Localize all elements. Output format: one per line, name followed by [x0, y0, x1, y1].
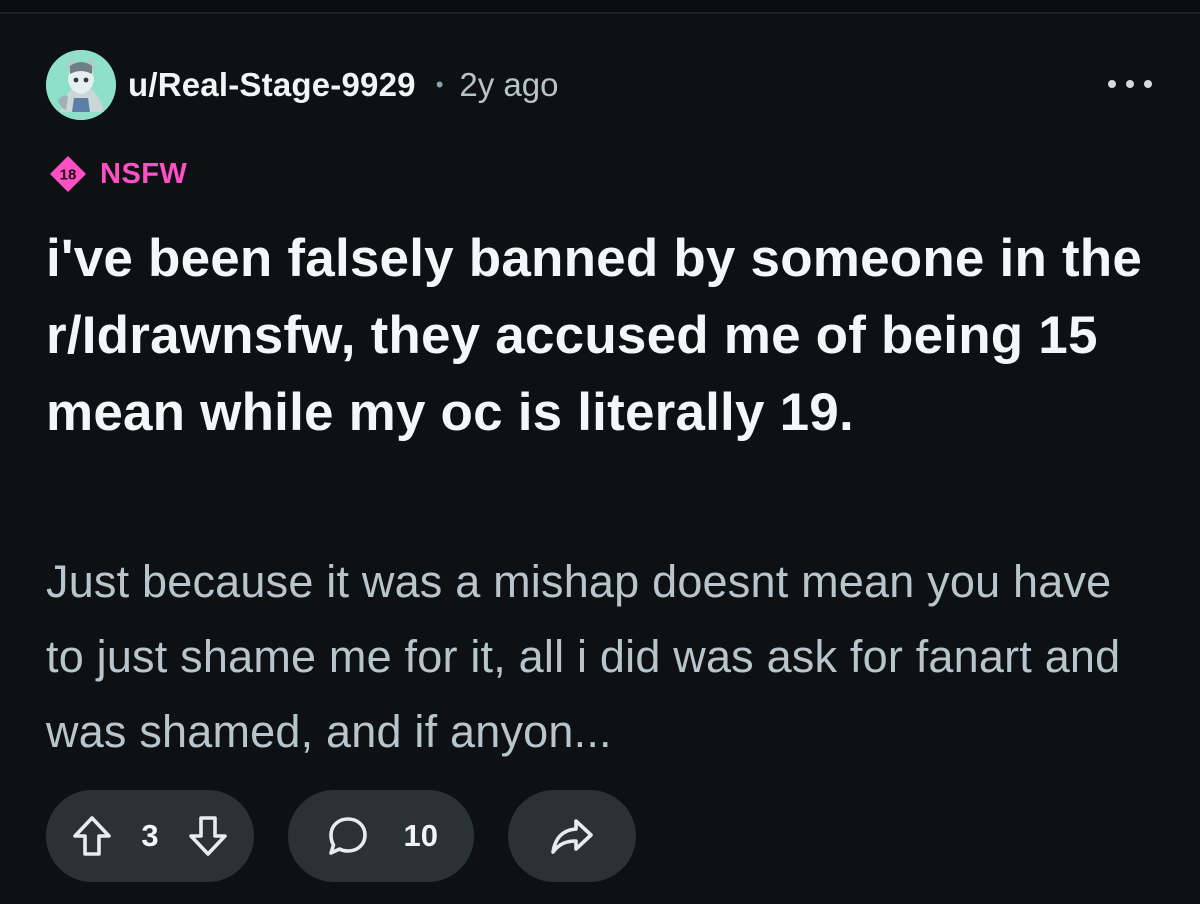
vote-bar: 3 [46, 790, 254, 882]
upvote-button[interactable] [70, 814, 114, 858]
post-title[interactable]: i've been falsely banned by someone in t… [46, 220, 1156, 451]
vote-count: 3 [141, 818, 159, 853]
more-dot [1144, 80, 1152, 88]
comment-count: 10 [403, 818, 438, 853]
downvote-button[interactable] [186, 814, 230, 858]
more-dot [1126, 80, 1134, 88]
post-actions: 3 10 [46, 790, 636, 882]
downvote-arrow-icon [189, 816, 227, 856]
post-body-preview[interactable]: Just because it was a mishap doesnt mean… [46, 544, 1156, 769]
upvote-arrow-icon [73, 816, 111, 856]
top-divider [0, 0, 1200, 14]
post-meta: u/Real-Stage-9929 • 2y ago [46, 50, 558, 120]
author-username[interactable]: u/Real-Stage-9929 [128, 66, 416, 104]
comment-bubble-icon [329, 817, 367, 855]
nsfw-label: NSFW [100, 157, 188, 190]
post-card[interactable]: u/Real-Stage-9929 • 2y ago 18 NSFW i've … [0, 14, 1200, 904]
nsfw-number: 18 [60, 167, 77, 184]
avatar-icon[interactable] [46, 50, 116, 120]
nsfw-18-icon: 18 [50, 156, 86, 192]
comments-button[interactable]: 10 [288, 790, 474, 882]
comment-icon-wrap [326, 814, 370, 858]
more-options-icon[interactable] [1108, 72, 1152, 96]
share-arrow-icon [551, 819, 593, 854]
post-age: 2y ago [459, 66, 559, 103]
more-dot [1108, 80, 1116, 88]
meta-separator: • [435, 72, 444, 97]
nsfw-badge: 18 NSFW [48, 154, 187, 194]
share-button[interactable] [508, 790, 636, 882]
